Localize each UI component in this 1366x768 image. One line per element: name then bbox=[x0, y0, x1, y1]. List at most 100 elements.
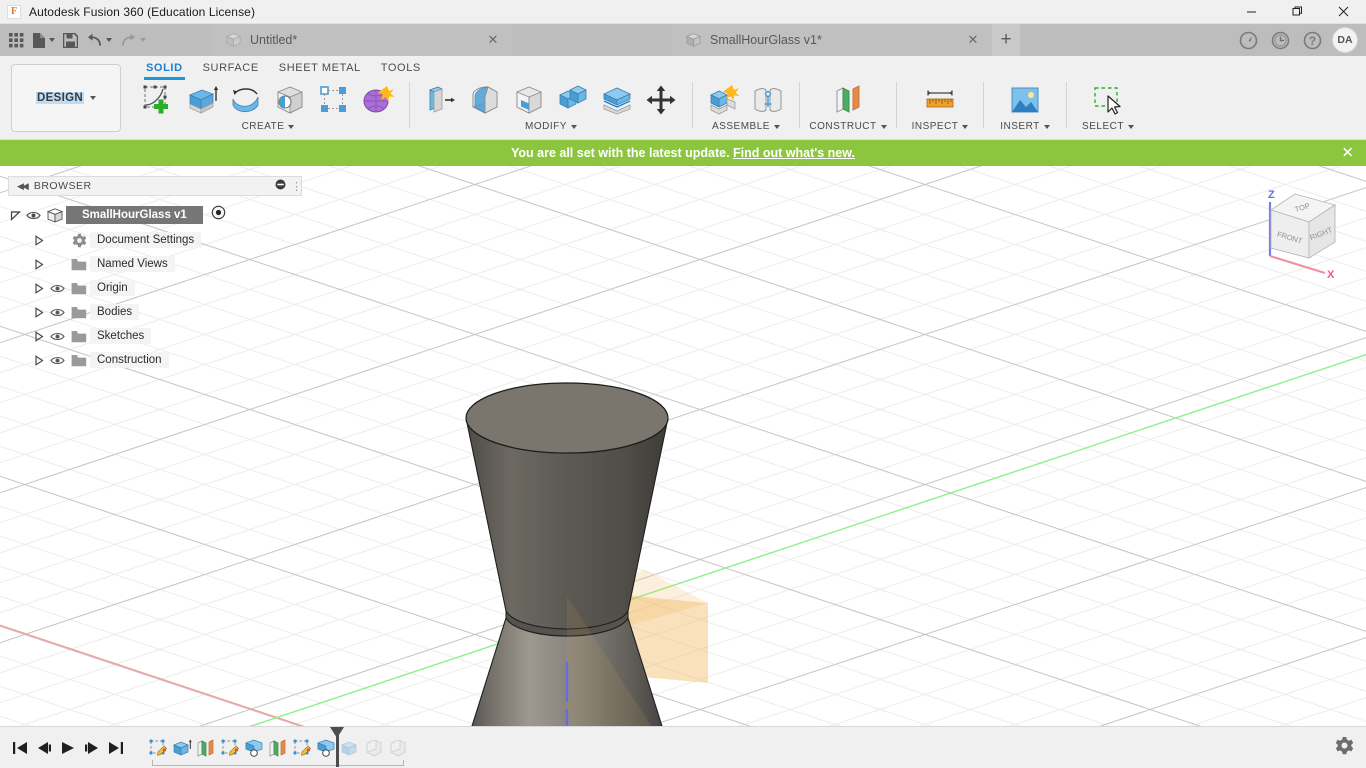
banner-link[interactable]: Find out what's new. bbox=[733, 146, 855, 160]
inspect-panel-caret-icon[interactable] bbox=[962, 124, 969, 129]
ribbon-tab-tools[interactable]: TOOLS bbox=[371, 59, 431, 78]
create-sketch-button[interactable] bbox=[136, 78, 180, 122]
new-tab-button[interactable]: + bbox=[992, 24, 1020, 56]
select-panel-caret-icon[interactable] bbox=[1127, 124, 1134, 129]
extension-manager-button[interactable] bbox=[1232, 24, 1264, 56]
revolve-button[interactable] bbox=[224, 78, 268, 122]
measure-button[interactable] bbox=[918, 78, 962, 122]
insert-panel-label[interactable]: INSERT bbox=[1000, 121, 1050, 132]
construct-plane-button[interactable] bbox=[826, 78, 870, 122]
maximize-button[interactable] bbox=[1274, 0, 1320, 24]
visibility-eye-icon[interactable] bbox=[46, 355, 68, 366]
tree-item-bodies[interactable]: Bodies bbox=[8, 300, 302, 324]
timeline-feature-fillet-2[interactable] bbox=[386, 733, 410, 763]
select-panel-label[interactable]: SELECT bbox=[1082, 121, 1134, 132]
document-tab-untitled[interactable]: Untitled* ✕ bbox=[212, 24, 512, 56]
document-tab-smallhourglass[interactable]: SmallHourGlass v1* ✕ bbox=[672, 24, 992, 56]
timeline-feature-sketch-2[interactable] bbox=[218, 733, 242, 763]
expand-arrow-icon[interactable] bbox=[32, 354, 46, 366]
visibility-eye-icon[interactable] bbox=[46, 331, 68, 342]
shell-button[interactable] bbox=[507, 78, 551, 122]
workspace-caret-icon[interactable] bbox=[89, 96, 96, 100]
hole-button[interactable] bbox=[268, 78, 312, 122]
expand-arrow-icon[interactable] bbox=[32, 258, 46, 270]
create-panel-label[interactable]: CREATE bbox=[242, 121, 295, 132]
timeline-feature-sketch-1[interactable] bbox=[146, 733, 170, 763]
user-avatar[interactable]: DA bbox=[1332, 27, 1358, 53]
expand-arrow-icon[interactable] bbox=[8, 210, 22, 221]
timeline-feature-revolve-1[interactable] bbox=[242, 733, 266, 763]
browser-resize-grip[interactable]: ⋮ bbox=[291, 180, 302, 193]
timeline-settings-button[interactable] bbox=[1335, 736, 1354, 760]
timeline-feature-extrude-1[interactable] bbox=[170, 733, 194, 763]
select-button[interactable] bbox=[1086, 78, 1130, 122]
construct-panel-label[interactable]: CONSTRUCT bbox=[809, 121, 887, 132]
tree-item-sketches[interactable]: Sketches bbox=[8, 324, 302, 348]
visibility-eye-icon[interactable] bbox=[46, 307, 68, 318]
insert-panel-caret-icon[interactable] bbox=[1043, 124, 1050, 129]
workspace-switcher[interactable]: DESIGN bbox=[11, 64, 121, 132]
3d-viewport[interactable]: ◀◀ BROWSER ⋮ SmallHourGlass v1 Document … bbox=[0, 166, 1366, 768]
timeline-feature-plane-2[interactable] bbox=[266, 733, 290, 763]
extrude-button[interactable] bbox=[180, 78, 224, 122]
timeline-step-forward[interactable] bbox=[80, 733, 104, 763]
insert-image-button[interactable] bbox=[1003, 78, 1047, 122]
tree-item-construction[interactable]: Construction bbox=[8, 348, 302, 372]
view-cube[interactable]: Z X TOP FRONT RIGHT bbox=[1247, 174, 1352, 281]
hide-panel-icon[interactable] bbox=[275, 177, 286, 195]
expand-arrow-icon[interactable] bbox=[32, 306, 46, 318]
banner-close-icon[interactable]: ✕ bbox=[1341, 146, 1354, 161]
tab-close-icon[interactable]: ✕ bbox=[965, 32, 981, 48]
show-data-panel-button[interactable] bbox=[5, 27, 28, 53]
joint-button[interactable] bbox=[746, 78, 790, 122]
timeline-go-to-end[interactable] bbox=[104, 733, 128, 763]
timeline-feature-plane-1[interactable] bbox=[194, 733, 218, 763]
move-copy-button[interactable] bbox=[639, 78, 683, 122]
redo-caret-icon[interactable] bbox=[140, 38, 146, 42]
visibility-eye-icon[interactable] bbox=[22, 210, 44, 221]
timeline-feature-fillet-1[interactable] bbox=[362, 733, 386, 763]
expand-arrow-icon[interactable] bbox=[32, 282, 46, 294]
pattern-button[interactable] bbox=[312, 78, 356, 122]
help-button[interactable]: ? bbox=[1296, 24, 1328, 56]
expand-arrow-icon[interactable] bbox=[32, 234, 46, 246]
tab-close-icon[interactable]: ✕ bbox=[485, 32, 501, 48]
timeline-feature-extrude-2[interactable] bbox=[338, 733, 362, 763]
ribbon-tab-surface[interactable]: SURFACE bbox=[193, 59, 269, 78]
tree-item-root[interactable]: SmallHourGlass v1 bbox=[8, 202, 302, 228]
timeline-go-to-beginning[interactable] bbox=[8, 733, 32, 763]
double-chevron-left-icon[interactable]: ◀◀ bbox=[17, 181, 29, 192]
modify-panel-label[interactable]: MODIFY bbox=[525, 121, 577, 132]
construct-panel-caret-icon[interactable] bbox=[880, 124, 887, 129]
create-form-button[interactable] bbox=[356, 78, 400, 122]
minimize-button[interactable] bbox=[1228, 0, 1274, 24]
timeline-feature-sketch-3[interactable] bbox=[290, 733, 314, 763]
ribbon-tab-sheet-metal[interactable]: SHEET METAL bbox=[269, 59, 371, 78]
undo-button[interactable] bbox=[82, 27, 116, 53]
tree-item-document-settings[interactable]: Document Settings bbox=[8, 228, 302, 252]
new-file-caret-icon[interactable] bbox=[49, 38, 55, 42]
assemble-panel-caret-icon[interactable] bbox=[773, 124, 780, 129]
timeline-play[interactable] bbox=[56, 733, 80, 763]
new-component-button[interactable] bbox=[702, 78, 746, 122]
fillet-button[interactable] bbox=[463, 78, 507, 122]
close-window-button[interactable] bbox=[1320, 0, 1366, 24]
assemble-panel-label[interactable]: ASSEMBLE bbox=[712, 121, 780, 132]
tree-item-named-views[interactable]: Named Views bbox=[8, 252, 302, 276]
expand-arrow-icon[interactable] bbox=[32, 330, 46, 342]
tree-item-origin[interactable]: Origin bbox=[8, 276, 302, 300]
create-panel-caret-icon[interactable] bbox=[288, 124, 295, 129]
modify-panel-caret-icon[interactable] bbox=[570, 124, 577, 129]
activate-component-radio[interactable] bbox=[211, 205, 226, 225]
new-file-button[interactable] bbox=[28, 27, 59, 53]
job-status-button[interactable] bbox=[1264, 24, 1296, 56]
press-pull-button[interactable] bbox=[419, 78, 463, 122]
timeline-step-back[interactable] bbox=[32, 733, 56, 763]
ribbon-tab-solid[interactable]: SOLID bbox=[136, 59, 193, 80]
visibility-eye-icon[interactable] bbox=[46, 283, 68, 294]
redo-button[interactable] bbox=[116, 27, 150, 53]
combine-button[interactable] bbox=[551, 78, 595, 122]
undo-caret-icon[interactable] bbox=[106, 38, 112, 42]
split-body-button[interactable] bbox=[595, 78, 639, 122]
save-button[interactable] bbox=[59, 27, 82, 53]
